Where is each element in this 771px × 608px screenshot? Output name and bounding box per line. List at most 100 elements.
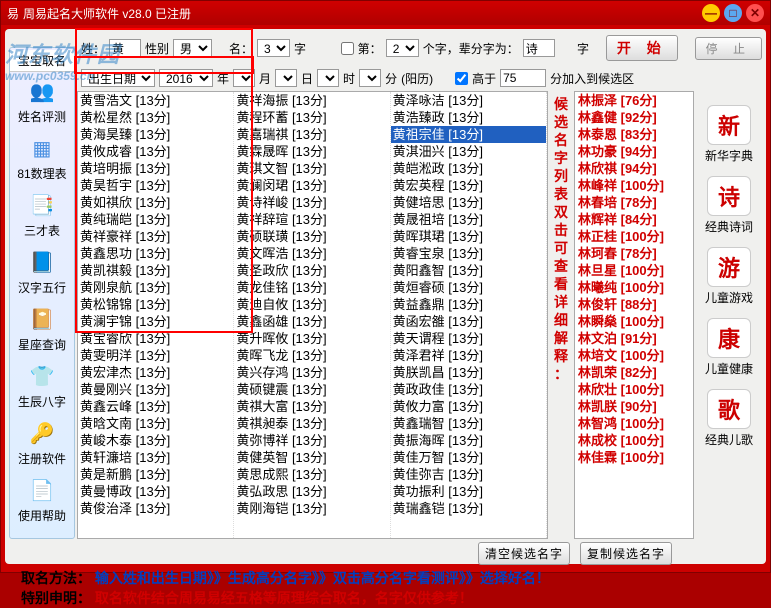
name-item[interactable]: 黄兴存鸿 [13分] xyxy=(234,364,389,381)
candidate-item[interactable]: 林凯朕 [90分] xyxy=(575,398,693,415)
name-item[interactable]: 黄阳鑫智 [13分] xyxy=(391,262,546,279)
year-select[interactable]: 2016 xyxy=(159,69,213,87)
name-item[interactable]: 黄弘政思 [13分] xyxy=(234,483,389,500)
second-checkbox[interactable] xyxy=(341,42,354,55)
name-item[interactable]: 黄鑫思功 [13分] xyxy=(78,245,233,262)
name-item[interactable]: 黄文晖浩 [13分] xyxy=(234,245,389,262)
name-item[interactable]: 黄是新鹏 [13分] xyxy=(78,466,233,483)
sidebar-item-81数理表[interactable]: ▦81数理表 xyxy=(17,129,66,186)
name-item[interactable]: 黄硕键震 [13分] xyxy=(234,381,389,398)
month-select[interactable]: 5 xyxy=(233,69,255,87)
name-item[interactable]: 黄雪浩文 [13分] xyxy=(78,92,233,109)
name-item[interactable]: 黄益鑫鼎 [13分] xyxy=(391,296,546,313)
name-item[interactable]: 黄龙佳铭 [13分] xyxy=(234,279,389,296)
name-item[interactable]: 黄诗祥峻 [13分] xyxy=(234,194,389,211)
sidebar-right-item-经典诗词[interactable]: 诗经典诗词 xyxy=(705,172,753,239)
name-item[interactable]: 黄泽咏洁 [13分] xyxy=(391,92,546,109)
name-item[interactable]: 黄刚海铠 [13分] xyxy=(234,500,389,517)
name-item[interactable]: 黄升晖攸 [13分] xyxy=(234,330,389,347)
start-button[interactable]: 开 始 xyxy=(606,35,678,61)
name-item[interactable]: 黄霖晟晖 [13分] xyxy=(234,143,389,160)
candidate-item[interactable]: 林旦星 [100分] xyxy=(575,262,693,279)
name-item[interactable]: 黄烜睿硕 [13分] xyxy=(391,279,546,296)
candidate-item[interactable]: 林瞬燊 [100分] xyxy=(575,313,693,330)
candidate-item[interactable]: 林春培 [78分] xyxy=(575,194,693,211)
minimize-button[interactable]: — xyxy=(702,4,720,22)
name-item[interactable]: 黄宏津杰 [13分] xyxy=(78,364,233,381)
name-item[interactable]: 黄培明振 [13分] xyxy=(78,160,233,177)
candidate-item[interactable]: 林欣壮 [100分] xyxy=(575,381,693,398)
clear-candidates-button[interactable]: 清空候选名字 xyxy=(478,542,570,565)
hour-select[interactable]: 5 xyxy=(317,69,339,87)
candidate-list[interactable]: 林振泽 [76分]林鑫健 [92分]林泰恩 [83分]林功豪 [94分]林欣祺 … xyxy=(574,91,694,539)
sidebar-item-星座查询[interactable]: 📔星座查询 xyxy=(17,300,66,357)
name-item[interactable]: 黄祺昶泰 [13分] xyxy=(234,415,389,432)
name-item[interactable]: 黄思成熙 [13分] xyxy=(234,466,389,483)
name-item[interactable]: 黄纯瑞皑 [13分] xyxy=(78,211,233,228)
sidebar-right-item-新华字典[interactable]: 新新华字典 xyxy=(705,101,753,168)
name-item[interactable]: 黄宏英程 [13分] xyxy=(391,177,546,194)
name-item[interactable]: 黄凯祺毅 [13分] xyxy=(78,262,233,279)
namelen-select[interactable]: 3 xyxy=(257,39,290,57)
second-select[interactable]: 2 xyxy=(386,39,419,57)
name-item[interactable]: 黄硕联璜 [13分] xyxy=(234,228,389,245)
tab-head[interactable]: 宝宝取名 xyxy=(10,50,74,72)
name-item[interactable]: 黄佳弥吉 [13分] xyxy=(391,466,546,483)
name-item[interactable]: 黄皑淞政 [13分] xyxy=(391,160,546,177)
name-item[interactable]: 黄佳万智 [13分] xyxy=(391,449,546,466)
name-item[interactable]: 黄如祺欣 [13分] xyxy=(78,194,233,211)
name-item[interactable]: 黄刚泉航 [13分] xyxy=(78,279,233,296)
sidebar-item-生辰八字[interactable]: 👕生辰八字 xyxy=(17,357,66,414)
name-item[interactable]: 黄祺大富 [13分] xyxy=(234,398,389,415)
name-item[interactable]: 黄泽君祥 [13分] xyxy=(391,347,546,364)
candidate-item[interactable]: 林珂春 [78分] xyxy=(575,245,693,262)
sidebar-item-使用帮助[interactable]: 📄使用帮助 xyxy=(17,471,66,528)
name-item[interactable]: 黄振海晖 [13分] xyxy=(391,432,546,449)
close-button[interactable]: ✕ xyxy=(746,4,764,22)
name-item[interactable]: 黄浩臻政 [13分] xyxy=(391,109,546,126)
name-item[interactable]: 黄祥海振 [13分] xyxy=(234,92,389,109)
name-item[interactable]: 黄曼刚兴 [13分] xyxy=(78,381,233,398)
name-item[interactable]: 黄攸力富 [13分] xyxy=(391,398,546,415)
candidate-item[interactable]: 林培文 [100分] xyxy=(575,347,693,364)
name-item[interactable]: 黄朕凯昌 [13分] xyxy=(391,364,546,381)
name-item[interactable]: 黄轩濂培 [13分] xyxy=(78,449,233,466)
candidate-item[interactable]: 林正桂 [100分] xyxy=(575,228,693,245)
gender-select[interactable]: 男 xyxy=(173,39,212,57)
threshold-input[interactable] xyxy=(500,69,546,87)
name-item[interactable]: 黄鑫函雄 [13分] xyxy=(234,313,389,330)
name-item[interactable]: 黄晖琪珺 [13分] xyxy=(391,228,546,245)
name-item[interactable]: 黄迪自攸 [13分] xyxy=(234,296,389,313)
candidate-item[interactable]: 林成校 [100分] xyxy=(575,432,693,449)
name-item[interactable]: 黄海昊臻 [13分] xyxy=(78,126,233,143)
name-item[interactable]: 黄嘉瑞祺 [13分] xyxy=(234,126,389,143)
name-item[interactable]: 黄鑫瑞智 [13分] xyxy=(391,415,546,432)
day-select[interactable]: 5 xyxy=(275,69,297,87)
maximize-button[interactable]: □ xyxy=(724,4,742,22)
candidate-item[interactable]: 林俊轩 [88分] xyxy=(575,296,693,313)
candidate-item[interactable]: 林欣祺 [94分] xyxy=(575,160,693,177)
name-item[interactable]: 黄晖飞龙 [13分] xyxy=(234,347,389,364)
candidate-item[interactable]: 林鑫健 [92分] xyxy=(575,109,693,126)
name-item[interactable]: 黄祥辞瑄 [13分] xyxy=(234,211,389,228)
candidate-item[interactable]: 林凯荣 [82分] xyxy=(575,364,693,381)
name-item[interactable]: 黄圣政欣 [13分] xyxy=(234,262,389,279)
name-list[interactable]: 黄雪浩文 [13分]黄松星然 [13分]黄海昊臻 [13分]黄攸成睿 [13分]… xyxy=(77,91,548,539)
name-item[interactable]: 黄功振利 [13分] xyxy=(391,483,546,500)
name-item[interactable]: 黄松锦锦 [13分] xyxy=(78,296,233,313)
candidate-item[interactable]: 林曦纯 [100分] xyxy=(575,279,693,296)
name-item[interactable]: 黄瑞鑫铠 [13分] xyxy=(391,500,546,517)
name-item[interactable]: 黄澜宇锦 [13分] xyxy=(78,313,233,330)
birthdate-select[interactable]: 出生日期 xyxy=(81,69,155,87)
surname-input[interactable] xyxy=(109,39,141,57)
name-item[interactable]: 黄宝睿欣 [13分] xyxy=(78,330,233,347)
name-item[interactable]: 黄健培思 [13分] xyxy=(391,194,546,211)
name-item[interactable]: 黄曼博政 [13分] xyxy=(78,483,233,500)
candidate-item[interactable]: 林辉祥 [84分] xyxy=(575,211,693,228)
candidate-item[interactable]: 林智鸿 [100分] xyxy=(575,415,693,432)
name-item[interactable]: 黄琪文智 [13分] xyxy=(234,160,389,177)
candidate-item[interactable]: 林泰恩 [83分] xyxy=(575,126,693,143)
name-item[interactable]: 黄睿宝泉 [13分] xyxy=(391,245,546,262)
name-item[interactable]: 黄俊治泽 [13分] xyxy=(78,500,233,517)
name-item[interactable]: 黄松星然 [13分] xyxy=(78,109,233,126)
